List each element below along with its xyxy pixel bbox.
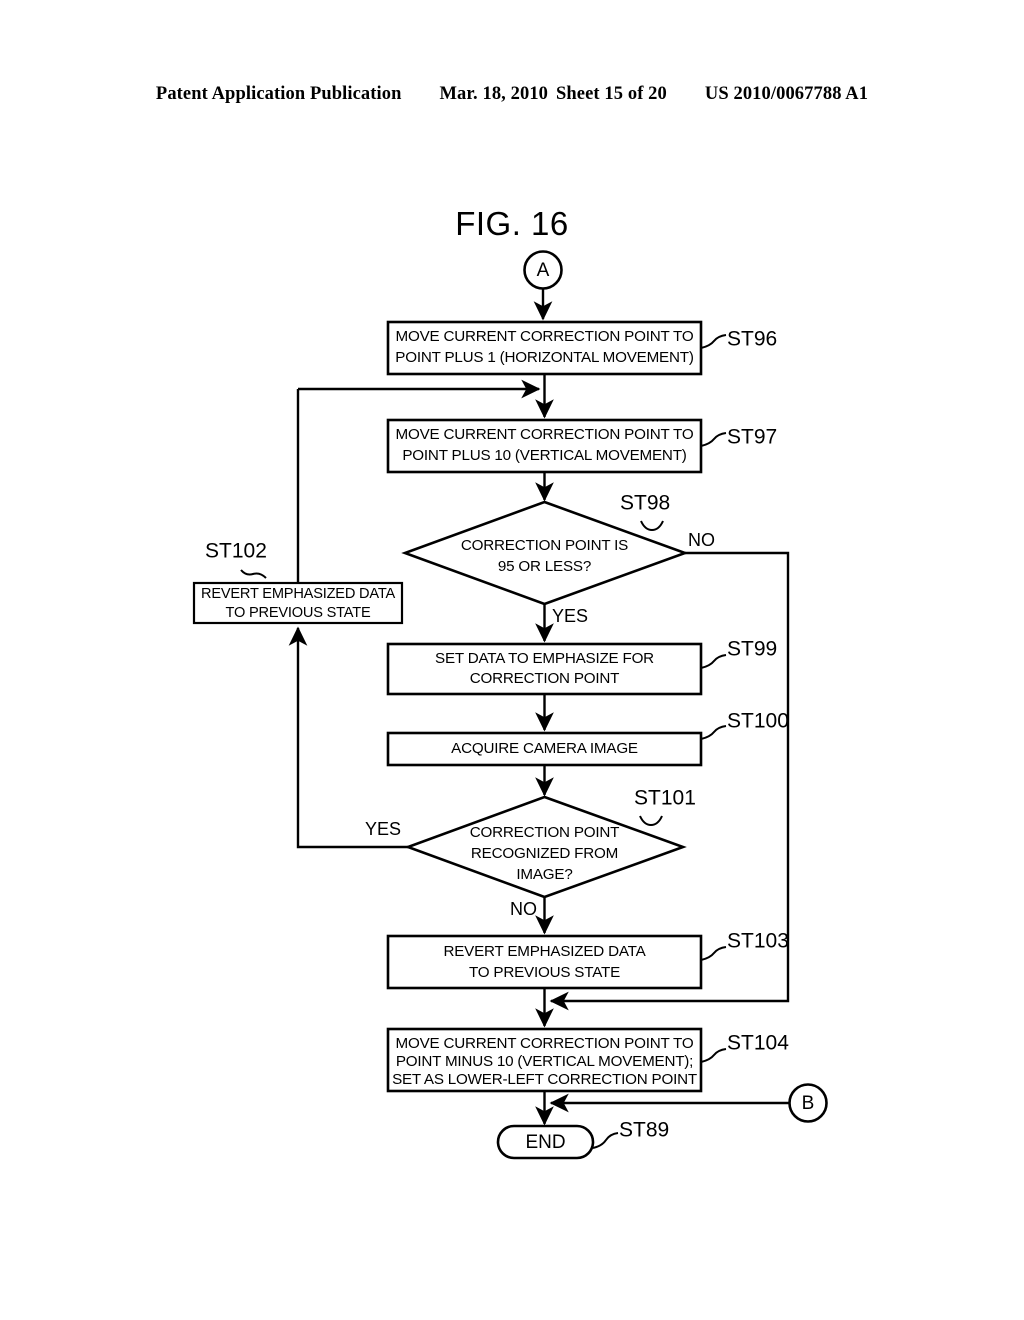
branch-st98-yes: YES (552, 606, 588, 626)
ref-st102: ST102 (205, 540, 267, 563)
node-end: END (496, 1124, 595, 1160)
flowchart-diagram: A MOVE CURRENT CORRECTION POINT TO POINT… (192, 250, 828, 1160)
ref-st99: ST99 (727, 638, 777, 661)
node-st103-line-2: TO PREVIOUS STATE (469, 964, 620, 981)
ref-st100: ST100 (727, 710, 789, 733)
node-st98-line-1: CORRECTION POINT IS (461, 537, 628, 554)
node-st98: CORRECTION POINT IS 95 OR LESS? (401, 500, 689, 606)
node-st101: CORRECTION POINT RECOGNIZED FROM IMAGE? (404, 795, 687, 899)
node-st97-line-1: MOVE CURRENT CORRECTION POINT TO (396, 426, 694, 443)
node-st101-line-2: RECOGNIZED FROM (471, 845, 618, 862)
ref-st96: ST96 (727, 328, 777, 351)
node-st98-line-2: 95 OR LESS? (498, 558, 591, 575)
branch-st98-no: NO (688, 530, 715, 550)
node-st101-line-1: CORRECTION POINT (470, 824, 620, 841)
node-st103-line-1: REVERT EMPHASIZED DATA (443, 943, 646, 960)
ref-st89: ST89 (619, 1119, 669, 1142)
ref-st98: ST98 (620, 492, 670, 515)
ref-st101: ST101 (634, 787, 696, 810)
connector-b-label: B (802, 1093, 815, 1114)
node-st104: MOVE CURRENT CORRECTION POINT TO POINT M… (386, 1027, 703, 1093)
node-st102-line-1: REVERT EMPHASIZED DATA (201, 586, 395, 602)
node-st96-line-1: MOVE CURRENT CORRECTION POINT TO (396, 328, 694, 345)
node-st103: REVERT EMPHASIZED DATA TO PREVIOUS STATE (386, 934, 703, 990)
node-st97: MOVE CURRENT CORRECTION POINT TO POINT P… (386, 418, 703, 474)
leader-st104 (700, 1048, 727, 1063)
leader-st102 (240, 569, 267, 579)
node-st102: REVERT EMPHASIZED DATA TO PREVIOUS STATE (192, 581, 404, 625)
ref-st104: ST104 (727, 1032, 789, 1055)
connector-a: A (523, 250, 563, 290)
leader-st101 (639, 815, 663, 827)
connector-a-label: A (537, 260, 550, 281)
node-st99-line-1: SET DATA TO EMPHASIZE FOR (435, 650, 654, 667)
node-st101-line-3: IMAGE? (516, 866, 572, 883)
leader-st100 (700, 725, 727, 740)
node-st97-line-2: POINT PLUS 10 (VERTICAL MOVEMENT) (402, 447, 686, 464)
branch-st101-no: NO (510, 899, 537, 919)
leader-st99 (700, 654, 727, 669)
leader-st89 (592, 1132, 619, 1149)
node-st100: ACQUIRE CAMERA IMAGE (386, 731, 703, 767)
node-st96: MOVE CURRENT CORRECTION POINT TO POINT P… (386, 320, 703, 376)
node-st104-line-3: SET AS LOWER-LEFT CORRECTION POINT (392, 1071, 697, 1088)
ref-st97: ST97 (727, 426, 777, 449)
leader-st103 (700, 946, 727, 961)
node-end-label: END (525, 1132, 565, 1153)
node-st99-line-2: CORRECTION POINT (470, 670, 620, 687)
node-st104-line-2: POINT MINUS 10 (VERTICAL MOVEMENT); (396, 1053, 693, 1070)
leader-st98 (640, 520, 664, 532)
ref-st103: ST103 (727, 930, 789, 953)
node-st100-line-1: ACQUIRE CAMERA IMAGE (451, 740, 638, 757)
node-st99: SET DATA TO EMPHASIZE FOR CORRECTION POI… (386, 642, 703, 696)
branch-st101-yes: YES (365, 819, 401, 839)
leader-st96 (700, 334, 727, 349)
node-st96-line-2: POINT PLUS 1 (HORIZONTAL MOVEMENT) (395, 349, 694, 366)
leader-st97 (700, 432, 727, 447)
node-st104-line-1: MOVE CURRENT CORRECTION POINT TO (396, 1035, 694, 1052)
connector-b: B (788, 1083, 828, 1123)
node-st102-line-2: TO PREVIOUS STATE (226, 605, 371, 621)
